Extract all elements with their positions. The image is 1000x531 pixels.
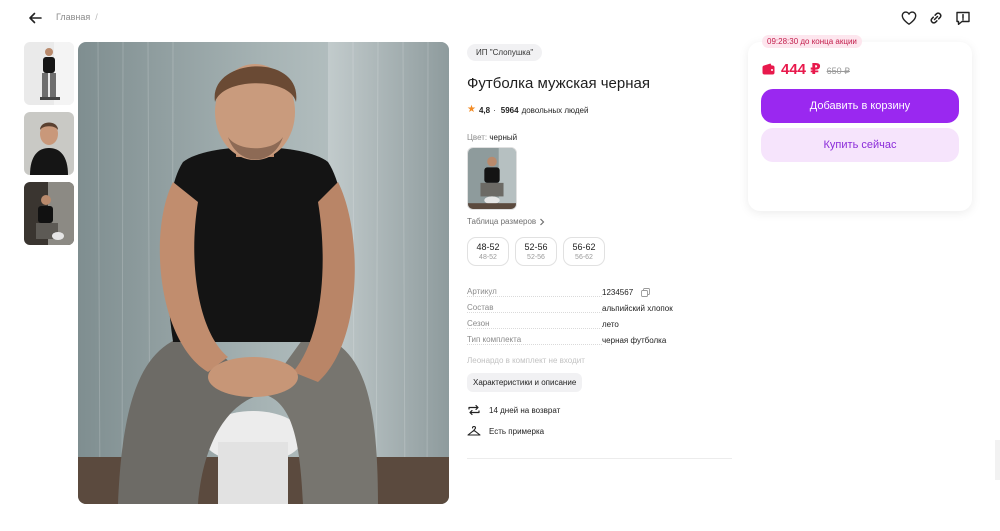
thumbnail-list — [24, 42, 74, 245]
seller-badge[interactable]: ИП "Слопушка" — [467, 44, 543, 61]
rating-separator: · — [493, 105, 496, 115]
color-label: Цвет: черный — [467, 133, 732, 142]
size-sub: 52-56 — [527, 254, 545, 261]
star-icon: ★ — [467, 104, 476, 115]
color-label-text: Цвет: — [467, 133, 488, 142]
main-product-photo[interactable] — [78, 42, 449, 504]
wallet-icon — [762, 63, 775, 75]
size-sub: 48-52 — [479, 254, 497, 261]
spec-key: Сезон — [467, 319, 602, 329]
return-arrows-icon — [468, 404, 480, 416]
heart-icon[interactable] — [900, 9, 918, 27]
specs-table: Артикул 1234567 Состав альпийский хлопок… — [467, 284, 732, 348]
color-swatch-black[interactable] — [467, 147, 517, 210]
arrow-left-icon[interactable] — [26, 9, 44, 27]
product-info: ИП "Слопушка" Футболка мужская черная ★ … — [467, 42, 732, 437]
rating[interactable]: ★ 4,8 · 5964 довольных людей — [467, 105, 732, 115]
spec-row: Сезон лето — [467, 316, 732, 332]
spec-value-wrap: 1234567 — [602, 287, 651, 297]
size-main: 48-52 — [476, 242, 500, 252]
top-actions — [900, 9, 972, 27]
link-icon[interactable] — [927, 9, 945, 27]
perk-return: 14 дней на возврат — [467, 404, 732, 416]
spec-value: лето — [602, 319, 619, 329]
rating-value: 4,8 — [478, 105, 491, 115]
price: 444 ₽ — [781, 61, 821, 78]
size-table-label: Таблица размеров — [467, 217, 537, 226]
perk-fitting-text: Есть примерка — [489, 426, 545, 436]
size-option-48-52[interactable]: 48-52 48-52 — [467, 237, 509, 266]
spec-row: Состав альпийский хлопок — [467, 300, 732, 316]
size-options: 48-52 48-52 52-56 52-56 56-62 56-62 — [467, 237, 732, 266]
scroll-edge — [995, 440, 1000, 480]
spec-value: 1234567 — [602, 287, 634, 297]
size-sub: 56-62 — [575, 254, 593, 261]
perk-return-text: 14 дней на возврат — [489, 405, 561, 415]
reviews-text: довольных людей — [521, 105, 589, 115]
size-option-56-62[interactable]: 56-62 56-62 — [563, 237, 605, 266]
product-title: Футболка мужская черная — [467, 75, 650, 92]
spec-key: Артикул — [467, 287, 602, 297]
report-icon[interactable] — [954, 9, 972, 27]
spec-row: Артикул 1234567 — [467, 284, 732, 300]
old-price: 650 ₽ — [826, 66, 850, 76]
size-option-52-56[interactable]: 52-56 52-56 — [515, 237, 557, 266]
breadcrumb: Главная / — [56, 12, 98, 22]
buy-now-button[interactable]: Купить сейчас — [761, 128, 959, 162]
buy-box: 09:28:30 до конца акции 444 ₽ 650 ₽ Доба… — [748, 35, 972, 211]
spec-row: Тип комплекта черная футболка — [467, 332, 732, 348]
hanger-icon — [467, 426, 481, 436]
color-value: черный — [489, 133, 518, 142]
spec-key: Состав — [467, 303, 602, 313]
thumbnail-2[interactable] — [24, 112, 74, 175]
top-bar: Главная / — [0, 0, 1000, 36]
spec-value: черная футболка — [602, 335, 667, 345]
spec-value: альпийский хлопок — [602, 303, 673, 313]
add-to-cart-button[interactable]: Добавить в корзину — [761, 89, 959, 123]
spec-key: Тип комплекта — [467, 335, 602, 345]
chevron-right-icon — [540, 218, 545, 225]
divider — [467, 458, 732, 459]
size-main: 56-62 — [572, 242, 596, 252]
description-button[interactable]: Характеристики и описание — [467, 373, 583, 392]
price-row: 444 ₽ 650 ₽ — [762, 60, 850, 78]
thumbnail-3[interactable] — [24, 182, 74, 245]
perk-fitting: Есть примерка — [467, 425, 732, 437]
set-note: Леонардо в комплект не входит — [467, 356, 585, 365]
promo-timer: 09:28:30 до конца акции — [762, 35, 862, 48]
copy-icon[interactable] — [641, 287, 651, 297]
size-table-link[interactable]: Таблица размеров — [467, 217, 545, 226]
reviews-count: 5964 — [500, 105, 519, 115]
thumbnail-1[interactable] — [24, 42, 74, 105]
breadcrumb-separator: / — [95, 12, 98, 22]
breadcrumb-home[interactable]: Главная — [56, 12, 90, 22]
size-main: 52-56 — [524, 242, 548, 252]
